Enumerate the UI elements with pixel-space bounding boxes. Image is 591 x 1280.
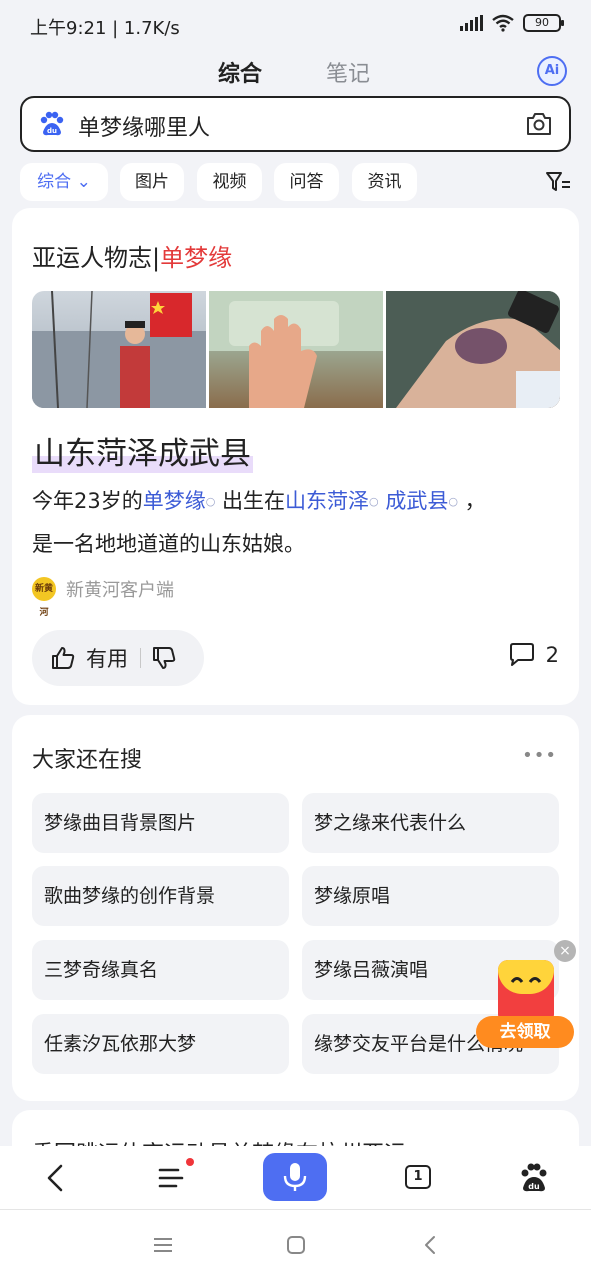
system-back-icon[interactable] (420, 1234, 442, 1256)
related-item[interactable]: 任素汐瓦依那大梦 (32, 1014, 289, 1074)
related-item[interactable]: 三梦奇缘真名 (32, 940, 289, 1000)
source-attribution[interactable]: 新黄河 新黄河客户端 (32, 576, 174, 618)
filter-images[interactable]: 图片 (120, 163, 184, 201)
more-options-icon[interactable]: ••• (522, 745, 557, 766)
tab-comprehensive[interactable]: 综合 (218, 56, 262, 88)
signal-icon (460, 15, 483, 31)
link-chengwu[interactable]: 成武县 (385, 489, 448, 513)
related-item[interactable]: 梦之缘来代表什么 (302, 793, 559, 853)
link-name[interactable]: 单梦缘 (143, 489, 206, 513)
camera-icon[interactable] (525, 111, 553, 137)
filter-qa[interactable]: 问答 (274, 163, 339, 201)
filter-comprehensive[interactable]: 综合 ⌄ (20, 163, 108, 201)
comment-count: 2 (545, 643, 559, 667)
filter-videos[interactable]: 视频 (197, 163, 262, 201)
claim-button[interactable]: 去领取 (476, 1016, 574, 1048)
red-packet-promo[interactable]: × 去领取 (476, 940, 576, 1050)
home-square-icon[interactable] (285, 1234, 307, 1256)
svg-text:du: du (47, 127, 57, 135)
tab-notes[interactable]: 笔记 (326, 56, 370, 88)
source-logo: 新黄河 (32, 577, 56, 618)
related-item[interactable]: 歌曲梦缘的创作背景 (32, 866, 289, 926)
related-title: 大家还在搜 (32, 748, 143, 773)
related-item[interactable]: 梦缘原唱 (302, 866, 559, 926)
notification-dot (186, 1158, 194, 1166)
svg-text:du: du (528, 1182, 540, 1191)
chevron-down-icon: ⌄ (76, 172, 91, 192)
status-time: 上午9:21 | 1.7K/s (30, 18, 180, 39)
useful-label[interactable]: 有用 (86, 643, 128, 673)
search-bar[interactable]: du 单梦缘哪里人 (20, 96, 571, 152)
top-tabs: 综合 笔记 Ai (0, 56, 591, 90)
status-icons: 90 (460, 14, 564, 32)
link-heze[interactable]: 山东菏泽 (285, 489, 369, 513)
baidu-paw-icon: du (40, 111, 64, 136)
comment-icon (509, 643, 534, 666)
search-hint-icon: ○ (369, 495, 379, 508)
battery-icon: 90 (523, 14, 564, 32)
comment-button[interactable]: 2 (508, 642, 559, 668)
tabs-count-button[interactable]: 1 (405, 1165, 431, 1189)
answer-paragraph: 今年23岁的单梦缘○ 出生在山东菏泽○ 成武县○ ， 是一名地地道道的山东姑娘。 (32, 489, 486, 556)
related-item[interactable]: 梦缘曲目背景图片 (32, 793, 289, 853)
baidu-home-icon[interactable]: du (516, 1160, 552, 1196)
ai-assistant-button[interactable]: Ai (537, 56, 567, 86)
voice-search-button[interactable] (263, 1153, 327, 1201)
system-nav-bar (0, 1210, 591, 1280)
back-icon[interactable] (38, 1160, 74, 1196)
wifi-icon (492, 14, 514, 32)
search-hint-icon: ○ (448, 495, 458, 508)
search-hint-icon: ○ (205, 495, 216, 508)
recents-menu-icon[interactable] (152, 1234, 174, 1256)
filter-funnel-icon[interactable] (545, 169, 571, 195)
close-icon[interactable]: × (554, 940, 576, 962)
filter-news[interactable]: 资讯 (352, 163, 417, 201)
feedback-divider (140, 648, 141, 668)
search-input[interactable]: 单梦缘哪里人 (78, 110, 210, 142)
filter-bar: 综合 ⌄ 图片 视频 问答 资讯 (20, 163, 571, 201)
bruised-arm-photo[interactable] (386, 291, 560, 408)
answer-highlight: 山东菏泽成武县 (32, 428, 253, 473)
source-name: 新黄河客户端 (66, 580, 174, 601)
bottom-nav: 1 du (0, 1146, 591, 1210)
image-strip[interactable] (32, 291, 560, 408)
answer-card: 亚运人物志|单梦缘 山东菏泽成武县 今年23岁的单梦缘○ 出生在山东菏泽○ 成武… (12, 208, 579, 705)
athlete-flag-photo[interactable] (32, 291, 206, 408)
feedback-pill: 有用 (32, 630, 204, 686)
thumbs-down-icon[interactable] (151, 645, 177, 671)
status-bar: 上午9:21 | 1.7K/s 90 (0, 0, 591, 50)
microphone-icon (283, 1163, 307, 1191)
menu-icon[interactable] (154, 1160, 190, 1196)
red-packet-icon (498, 960, 554, 1024)
thumbs-up-icon[interactable] (50, 645, 76, 671)
hand-photo[interactable] (209, 291, 383, 408)
answer-card-title[interactable]: 亚运人物志|单梦缘 (32, 238, 232, 273)
